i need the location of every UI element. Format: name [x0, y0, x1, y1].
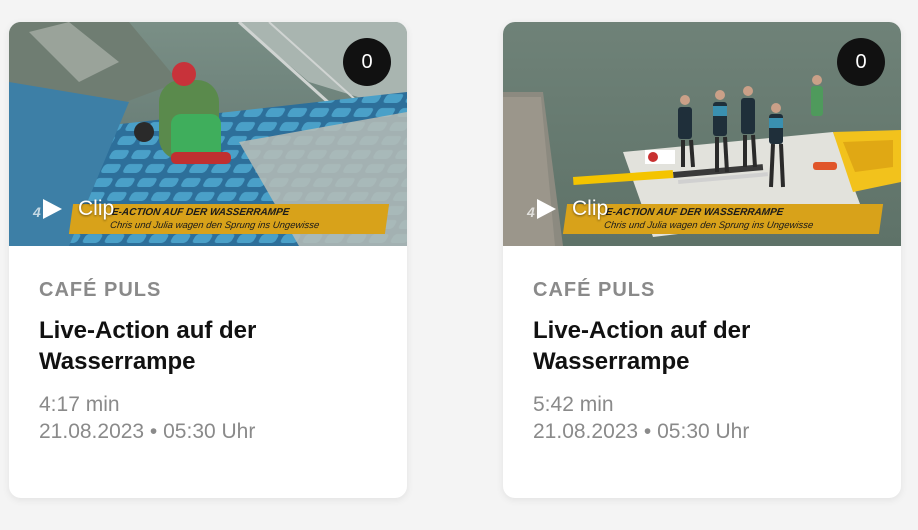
- play-icon: [537, 199, 556, 219]
- clip-label[interactable]: Clip: [537, 197, 608, 221]
- lower-third-headline: E-ACTION AUF DER WASSERRAMPE: [605, 207, 785, 218]
- count-badge: 0: [343, 38, 391, 86]
- card-date-time: 21.08.2023 • 05:30 Uhr: [39, 420, 256, 443]
- video-card[interactable]: E-ACTION AUF DER WASSERRAMPE Chris und J…: [9, 22, 407, 498]
- video-thumbnail[interactable]: E-ACTION AUF DER WASSERRAMPE Chris und J…: [9, 22, 407, 246]
- video-card-grid: E-ACTION AUF DER WASSERRAMPE Chris und J…: [0, 0, 918, 530]
- card-duration: 4:17 min: [39, 393, 120, 416]
- card-category: CAFÉ PULS: [533, 279, 656, 301]
- station-logo: 4: [527, 204, 535, 220]
- video-lower-third-banner: E-ACTION AUF DER WASSERRAMPE Chris und J…: [68, 204, 390, 234]
- lower-third-headline: E-ACTION AUF DER WASSERRAMPE: [111, 207, 291, 218]
- video-thumbnail[interactable]: E-ACTION AUF DER WASSERRAMPE Chris und J…: [503, 22, 901, 246]
- card-date-time: 21.08.2023 • 05:30 Uhr: [533, 420, 750, 443]
- play-icon: [43, 199, 62, 219]
- card-body: CAFÉ PULS Live-Action auf der Wasserramp…: [9, 246, 407, 445]
- card-body: CAFÉ PULS Live-Action auf der Wasserramp…: [503, 246, 901, 445]
- clip-label-text: Clip: [572, 197, 609, 220]
- video-lower-third-banner: E-ACTION AUF DER WASSERRAMPE Chris und J…: [562, 204, 884, 234]
- card-title[interactable]: Live-Action auf der Wasserrampe: [39, 315, 377, 377]
- count-badge: 0: [837, 38, 885, 86]
- clip-label[interactable]: Clip: [43, 197, 114, 221]
- card-category: CAFÉ PULS: [39, 279, 162, 301]
- video-card[interactable]: E-ACTION AUF DER WASSERRAMPE Chris und J…: [503, 22, 901, 498]
- clip-label-text: Clip: [78, 197, 115, 220]
- lower-third-subline: Chris und Julia wagen den Sprung ins Ung…: [603, 220, 814, 231]
- station-logo: 4: [33, 204, 41, 220]
- card-title[interactable]: Live-Action auf der Wasserrampe: [533, 315, 871, 377]
- card-duration: 5:42 min: [533, 393, 614, 416]
- lower-third-subline: Chris und Julia wagen den Sprung ins Ung…: [109, 220, 320, 231]
